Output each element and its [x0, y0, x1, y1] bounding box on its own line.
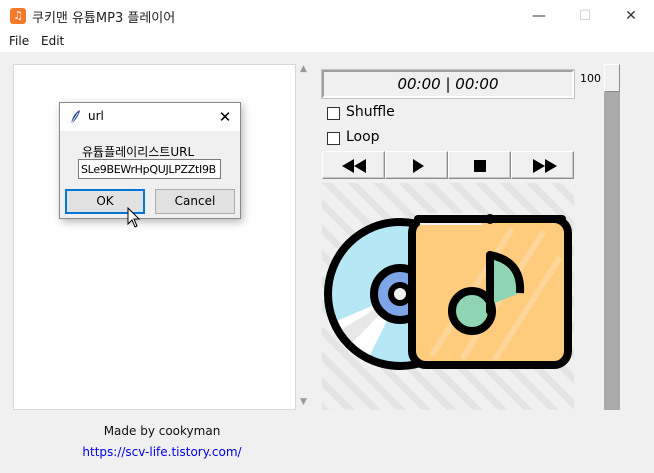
scroll-up-icon[interactable]: ▲ [296, 64, 311, 74]
mouse-cursor-icon [127, 207, 141, 228]
music-note-icon: ♫ [10, 8, 26, 24]
dialog-prompt: 유튭플레이리스트URL [82, 145, 195, 159]
menu-file[interactable]: File [9, 34, 29, 48]
dialog-title: url [88, 109, 104, 123]
window-title: 쿠키맨 유튭MP3 플레이어 [32, 11, 176, 26]
shuffle-checkbox[interactable] [327, 107, 340, 120]
play-button[interactable] [385, 151, 448, 179]
menu-bar: File Edit [0, 32, 654, 52]
menu-edit[interactable]: Edit [41, 34, 64, 48]
time-display: 00:00 | 00:00 [321, 69, 575, 99]
close-button[interactable]: ✕ [608, 0, 654, 32]
volume-slider[interactable] [604, 64, 620, 410]
loop-checkbox[interactable] [327, 132, 340, 145]
minimize-button[interactable]: — [516, 0, 562, 32]
playlist-scrollbar[interactable]: ▲ ▼ [296, 64, 311, 410]
feather-icon [70, 110, 80, 125]
title-bar: ♫ 쿠키맨 유튭MP3 플레이어 — ☐ ✕ [0, 0, 654, 32]
volume-value: 100 [580, 72, 601, 85]
cancel-button[interactable]: Cancel [155, 189, 235, 214]
url-dialog: url ✕ 유튭플레이리스트URL OK Cancel [59, 102, 241, 219]
album-artwork [322, 183, 574, 410]
stop-icon [474, 160, 486, 172]
made-by-label: Made by cookyman [103, 424, 221, 438]
scroll-down-icon[interactable]: ▼ [296, 397, 311, 407]
cd-album-music-icon [322, 183, 574, 410]
play-icon [413, 159, 424, 173]
fast-forward-icon [533, 159, 557, 173]
rewind-icon [342, 159, 366, 173]
url-input[interactable] [78, 159, 221, 179]
rewind-button[interactable] [322, 151, 385, 179]
loop-label: Loop [346, 129, 380, 145]
maximize-button[interactable]: ☐ [562, 0, 608, 32]
dialog-title-bar: url ✕ [60, 103, 240, 131]
shuffle-label: Shuffle [346, 104, 395, 120]
fast-forward-button[interactable] [511, 151, 574, 179]
website-link[interactable]: https://scv-life.tistory.com/ [0, 445, 324, 459]
volume-slider-thumb[interactable] [604, 64, 620, 92]
stop-button[interactable] [448, 151, 511, 179]
dialog-close-button[interactable]: ✕ [214, 106, 236, 128]
